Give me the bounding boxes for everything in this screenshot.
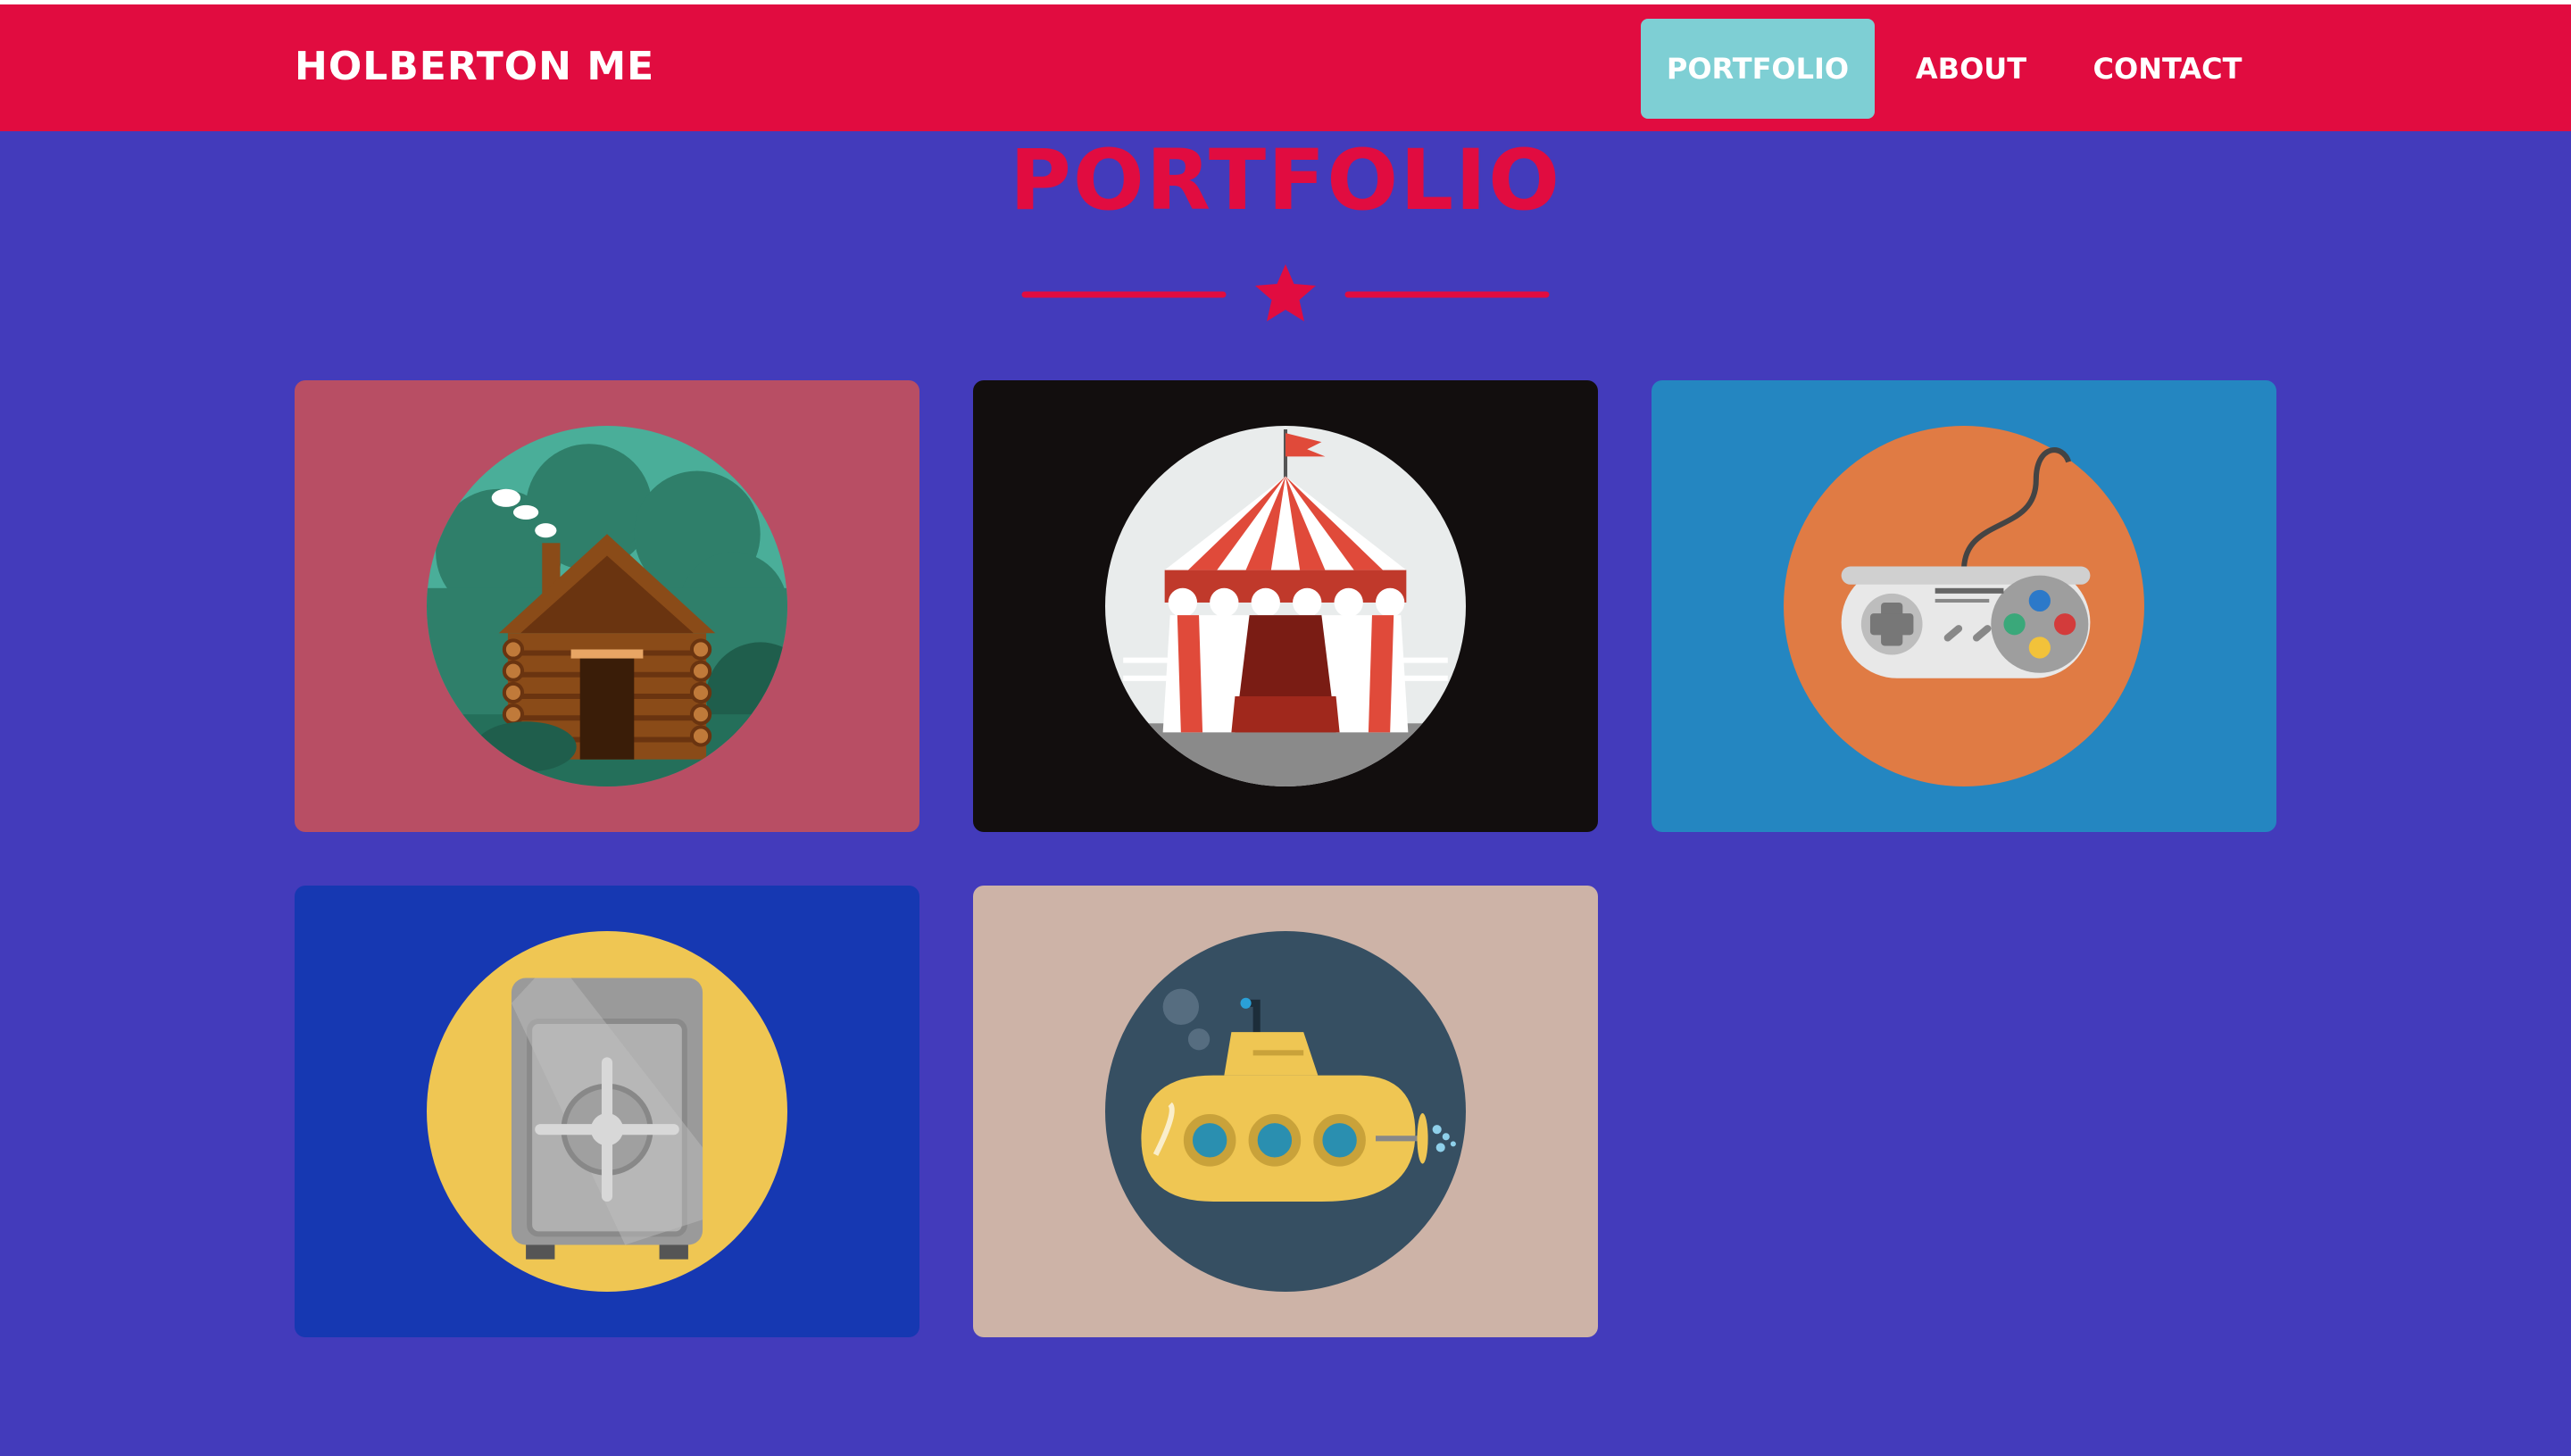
log-cabin-icon — [427, 426, 787, 786]
nav-item-about[interactable]: ABOUT — [1900, 19, 2043, 119]
portfolio-card-safe[interactable] — [295, 886, 919, 1337]
nav-item-contact[interactable]: CONTACT — [2080, 19, 2255, 119]
game-controller-icon — [1784, 426, 2144, 786]
brand-logo[interactable]: HOLBERTON ME — [295, 44, 654, 89]
navbar: HOLBERTON ME PORTFOLIO ABOUT CONTACT — [0, 4, 2571, 131]
title-divider — [1021, 264, 1550, 321]
star-icon — [1255, 264, 1316, 321]
safe-icon — [427, 931, 787, 1292]
circus-tent-icon — [1105, 426, 1466, 786]
portfolio-card-controller[interactable] — [1652, 380, 2276, 832]
portfolio-card-circus[interactable] — [973, 380, 1598, 832]
nav-item-portfolio[interactable]: PORTFOLIO — [1641, 19, 1875, 119]
section-title: PORTFOLIO — [1010, 132, 1561, 229]
submarine-icon — [1105, 931, 1466, 1292]
portfolio-card-submarine[interactable] — [973, 886, 1598, 1337]
portfolio-card-cabin[interactable] — [295, 380, 919, 832]
